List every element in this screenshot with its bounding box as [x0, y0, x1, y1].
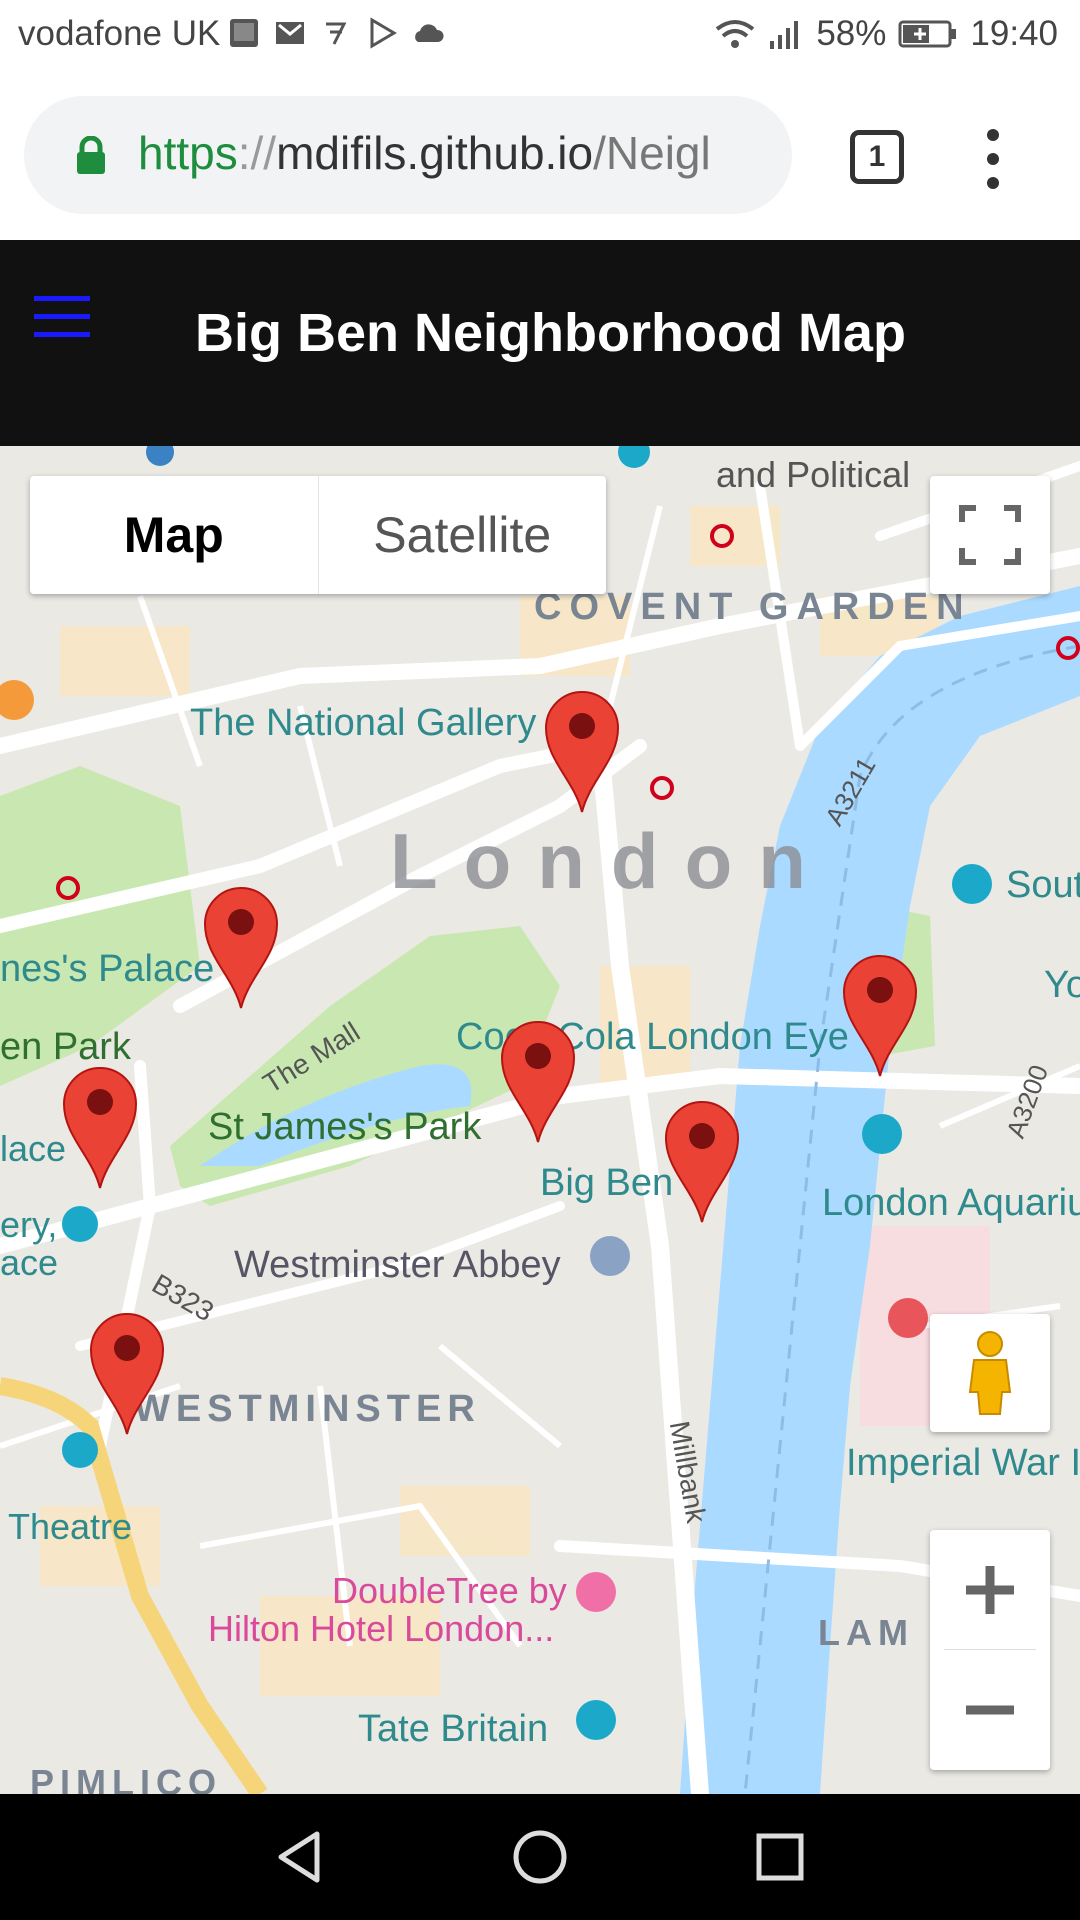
street-view-pegman-button[interactable] — [930, 1314, 1050, 1432]
map-type-satellite-button[interactable]: Satellite — [319, 476, 607, 594]
tab-switcher-button[interactable]: 1 — [850, 130, 904, 184]
plus-icon — [966, 1566, 1014, 1614]
cloud-icon — [415, 24, 444, 42]
map-label-poi: nes's Palace — [0, 948, 215, 990]
map-label-district: PIMLICO — [30, 1762, 222, 1794]
wifi-icon — [716, 20, 755, 48]
map-label-district: WESTMINSTER — [134, 1388, 481, 1430]
zoom-in-button[interactable] — [930, 1530, 1050, 1650]
system-navigation-bar — [0, 1794, 1080, 1920]
pegman-icon — [968, 1331, 1012, 1415]
fullscreen-button[interactable] — [930, 476, 1050, 594]
map-label-poi: Hilton Hotel London... — [208, 1608, 555, 1649]
map-label-park: en Park — [0, 1026, 131, 1068]
map-canvas[interactable]: and Political COVENT GARDEN The National… — [0, 446, 1080, 1794]
home-icon[interactable] — [505, 1822, 575, 1892]
map-type-control: Map Satellite — [30, 476, 606, 594]
browser-menu-icon[interactable] — [986, 128, 1000, 190]
map-label-poi: Westminster Abbey — [234, 1244, 561, 1286]
battery-charging-icon — [898, 20, 957, 48]
fullscreen-icon — [959, 505, 1021, 565]
map-label-poi: Big Ben — [540, 1162, 674, 1204]
map-marker-pin[interactable] — [89, 1312, 165, 1436]
map-marker-pin[interactable] — [500, 1020, 576, 1144]
battery-percent: 58% — [816, 14, 887, 53]
mail-icon — [276, 22, 304, 44]
back-icon[interactable] — [265, 1822, 335, 1892]
map-label-poi: Tate Britain — [358, 1708, 549, 1750]
address-bar[interactable]: https://mdifils.github.io/Neigl — [24, 96, 792, 214]
map-label-poi: Imperial War I — [846, 1442, 1080, 1484]
zoom-out-button[interactable] — [930, 1650, 1050, 1770]
map-label: and Political — [716, 454, 911, 495]
page-title: Big Ben Neighborhood Map — [195, 303, 906, 363]
map-marker-pin[interactable] — [842, 954, 918, 1078]
map-marker-pin[interactable] — [203, 886, 279, 1010]
map-marker-pin[interactable] — [664, 1100, 740, 1224]
map-label-city: London — [390, 817, 832, 905]
map-label-poi: Yo — [1044, 964, 1080, 1006]
map-label-poi: DoubleTree by — [332, 1570, 567, 1611]
clock: 19:40 — [970, 14, 1058, 53]
map-type-map-button[interactable]: Map — [30, 476, 319, 594]
app-notification-icon — [326, 22, 347, 45]
map-label-poi: London Aquariu — [822, 1182, 1080, 1224]
map-label-poi: ery, — [0, 1204, 58, 1245]
map-label-poi: The National Gallery — [190, 702, 537, 744]
browser-toolbar: https://mdifils.github.io/Neigl 1 — [0, 74, 1080, 240]
status-bar: vodafone UK 58% 19:40 — [0, 0, 1080, 74]
url-text[interactable]: https://mdifils.github.io/Neigl — [138, 126, 778, 180]
map-label-poi: Theatre — [8, 1506, 133, 1547]
menu-hamburger-icon[interactable] — [34, 296, 90, 352]
zoom-control — [930, 1530, 1050, 1770]
map-label-poi: lace — [0, 1128, 67, 1169]
map-label-park: St James's Park — [208, 1106, 482, 1148]
signal-icon — [770, 21, 799, 49]
map-label-poi: ace — [0, 1242, 59, 1283]
minus-icon — [966, 1705, 1014, 1715]
bible-app-icon — [230, 19, 258, 47]
lock-icon — [77, 136, 105, 174]
map-marker-pin[interactable] — [544, 690, 620, 814]
app-header: Big Ben Neighborhood Map — [0, 240, 1080, 446]
play-store-icon — [370, 17, 397, 49]
carrier-name: vodafone UK — [18, 14, 221, 53]
notification-icons — [228, 16, 444, 50]
zoom-divider — [944, 1649, 1036, 1650]
map-marker-pin[interactable] — [62, 1066, 138, 1190]
recents-icon[interactable] — [745, 1822, 815, 1892]
map-label-poi: Sout — [1006, 864, 1080, 906]
